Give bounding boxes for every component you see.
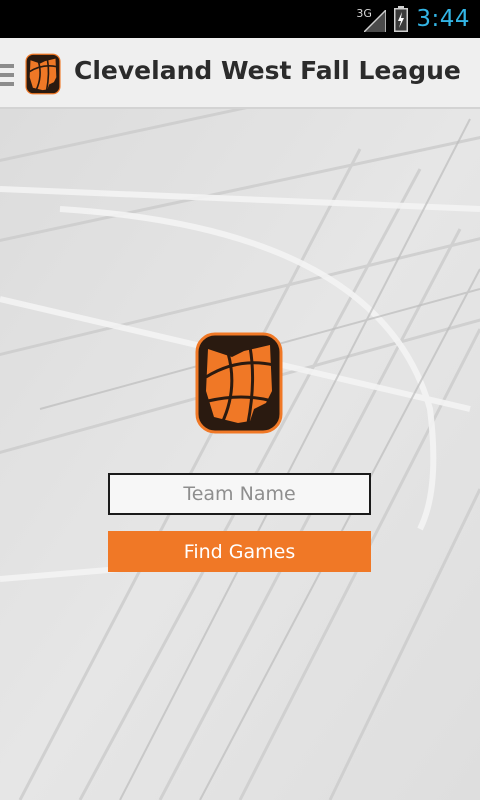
status-icons: 3G 3:44	[356, 0, 470, 38]
page-title: Cleveland West Fall League	[74, 56, 461, 85]
clock: 3:44	[416, 6, 470, 32]
court-background-image	[0, 109, 480, 800]
find-games-button[interactable]: Find Games	[108, 531, 371, 572]
app-logo-icon[interactable]	[24, 53, 62, 95]
battery-charging-icon	[394, 6, 409, 32]
team-name-input[interactable]	[108, 473, 371, 515]
drawer-menu-icon[interactable]	[0, 64, 14, 86]
signal-icon	[364, 10, 387, 32]
network-indicator: 3G	[356, 4, 387, 34]
ohio-basketball-logo-icon	[195, 332, 283, 434]
action-bar: Cleveland West Fall League	[0, 38, 480, 109]
app-screen: 3G 3:44 Cleveland West Fall League Team …	[0, 0, 480, 800]
status-bar: 3G 3:44	[0, 0, 480, 38]
